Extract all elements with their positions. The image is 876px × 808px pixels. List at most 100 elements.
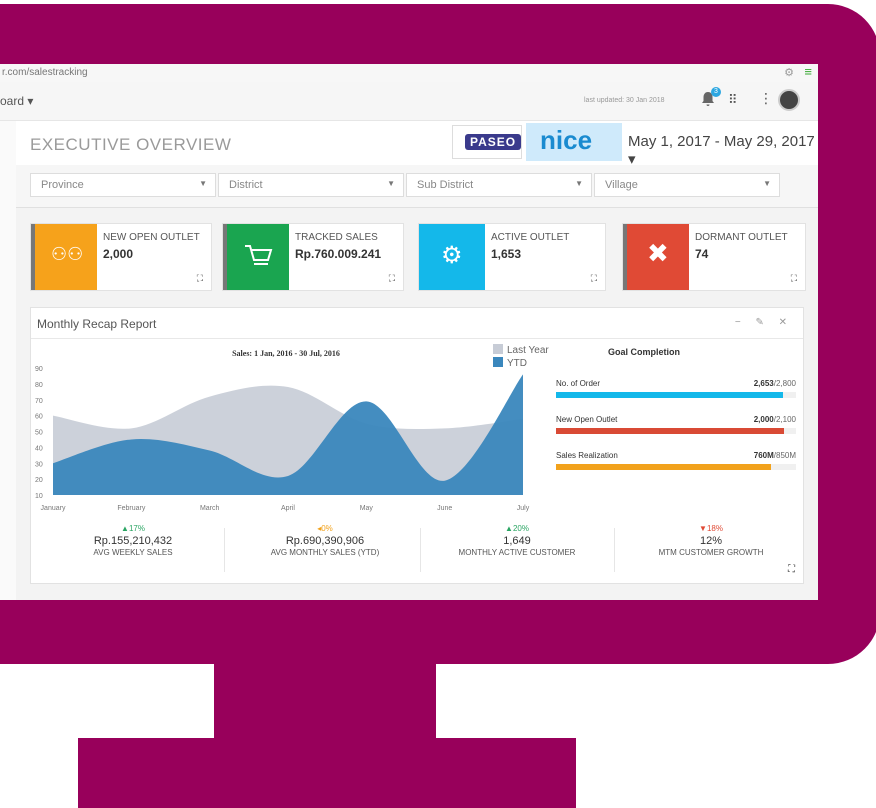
gear-icon: ⚙ bbox=[441, 242, 463, 269]
district-select-label: District bbox=[229, 179, 263, 191]
expand-icon[interactable]: ⛶ bbox=[788, 564, 795, 575]
x-tick-label: May bbox=[360, 505, 374, 512]
goal-value: 760M/850M bbox=[754, 451, 796, 460]
card-icon-box: ⚇⚇ bbox=[31, 224, 97, 290]
kpi-avg-monthly-sales: ◂0% Rp.690,390,906 AVG MONTHLY SALES (YT… bbox=[230, 524, 420, 557]
y-tick-label: 90 bbox=[35, 366, 43, 373]
x-tick-label: January bbox=[41, 505, 66, 512]
card-value: 74 bbox=[695, 247, 709, 261]
kpi-divider bbox=[224, 528, 225, 572]
paseo-logo: PASEO bbox=[452, 125, 522, 159]
y-tick-label: 10 bbox=[35, 493, 43, 500]
kpi-value: 1,649 bbox=[503, 535, 531, 547]
url-text[interactable]: r.com/salestracking bbox=[2, 67, 88, 78]
card-dormant-outlet[interactable]: ✖ DORMANT OUTLET 74 ⛶ bbox=[622, 223, 806, 291]
goal-track bbox=[556, 464, 796, 470]
panel-divider bbox=[31, 338, 803, 339]
y-tick-label: 60 bbox=[35, 414, 43, 421]
y-tick-label: 20 bbox=[35, 477, 43, 484]
expand-icon[interactable]: ⛶ bbox=[591, 273, 597, 284]
x-tick-label: July bbox=[517, 505, 530, 512]
kpi-delta: ◂0% bbox=[317, 524, 333, 533]
goal-progress-bar bbox=[556, 428, 785, 434]
village-select[interactable]: Village ▼ bbox=[594, 173, 780, 197]
dashboard-breadcrumb[interactable]: oard ▾ bbox=[0, 94, 33, 108]
card-value: 1,653 bbox=[491, 247, 522, 261]
card-label: ACTIVE OUTLET bbox=[491, 232, 570, 243]
avatar[interactable] bbox=[778, 89, 800, 111]
panel-title: Monthly Recap Report bbox=[37, 317, 157, 331]
app-top-bar: oard ▾ last updated: 30 Jan 2018 3 ⠿ ⋮ bbox=[0, 82, 818, 121]
goal-no-of-order: No. of Order 2,653/2,800 bbox=[556, 379, 796, 409]
filter-bar: Province ▼ District ▼ Sub District ▼ Villag… bbox=[16, 165, 818, 208]
cart-icon bbox=[245, 245, 273, 265]
x-tick-label: April bbox=[281, 505, 295, 512]
card-icon-box: ⚙ bbox=[419, 224, 485, 290]
card-label: DORMANT OUTLET bbox=[695, 232, 788, 243]
goal-progress-bar bbox=[556, 464, 771, 470]
cross-icon: ✖ bbox=[647, 238, 669, 268]
x-tick-label: February bbox=[117, 505, 146, 512]
chevron-down-icon: ▼ bbox=[575, 179, 583, 188]
card-icon-box: ✖ bbox=[623, 224, 689, 290]
chevron-down-icon: ▼ bbox=[199, 179, 207, 188]
sidebar-collapsed bbox=[0, 121, 17, 600]
goal-target: /2,100 bbox=[773, 415, 796, 424]
kpi-monthly-active-customer: ▲20% 1,649 MONTHLY ACTIVE CUSTOMER bbox=[422, 524, 612, 557]
card-new-open-outlet[interactable]: ⚇⚇ NEW OPEN OUTLET 2,000 ⛶ bbox=[30, 223, 212, 291]
x-tick-label: June bbox=[437, 505, 452, 512]
expand-icon[interactable]: ⛶ bbox=[791, 273, 797, 284]
extension-icon[interactable]: ⚙ bbox=[784, 66, 794, 79]
kpi-delta: ▲17% bbox=[121, 524, 145, 533]
kpi-label: MTM CUSTOMER GROWTH bbox=[658, 548, 764, 557]
goal-label: No. of Order bbox=[556, 379, 601, 388]
kpi-value: 12% bbox=[699, 535, 723, 547]
y-tick-label: 80 bbox=[35, 382, 43, 389]
kpi-mtm-customer-growth: ▼18% 12% MTM CUSTOMER GROWTH bbox=[616, 524, 806, 557]
more-vert-icon[interactable]: ⋮ bbox=[759, 90, 773, 107]
goal-value: 2,000/2,100 bbox=[754, 415, 796, 424]
expand-icon[interactable]: ⛶ bbox=[197, 273, 203, 284]
browser-address-bar[interactable]: r.com/salestracking ⚙ ≡ bbox=[0, 64, 818, 83]
goal-progress-bar bbox=[556, 392, 784, 398]
goal-current: 760M bbox=[753, 451, 774, 460]
goal-track bbox=[556, 428, 796, 434]
goal-new-open-outlet: New Open Outlet 2,000/2,100 bbox=[556, 415, 796, 445]
kpi-divider bbox=[420, 528, 421, 572]
kpi-label: AVG WEEKLY SALES bbox=[93, 548, 173, 557]
kpi-value: Rp.155,210,432 bbox=[93, 535, 173, 547]
nice-logo: nice bbox=[526, 123, 622, 161]
apps-grid-icon[interactable]: ⠿ bbox=[728, 92, 738, 108]
y-tick-label: 70 bbox=[35, 398, 43, 405]
panel-tools[interactable]: − ✎ ✕ bbox=[735, 317, 793, 328]
kpi-divider bbox=[614, 528, 615, 572]
chevron-down-icon: ▼ bbox=[387, 179, 395, 188]
goal-label: Sales Realization bbox=[556, 451, 618, 460]
page-header: EXECUTIVE OVERVIEW PASEO nice May 1, 201… bbox=[16, 121, 818, 168]
goal-target: /2,800 bbox=[773, 379, 796, 388]
browser-menu-icon[interactable]: ≡ bbox=[804, 64, 812, 79]
last-updated-text: last updated: 30 Jan 2018 bbox=[584, 97, 665, 104]
legend-swatch bbox=[493, 357, 503, 367]
district-select[interactable]: District ▼ bbox=[218, 173, 404, 197]
card-label: TRACKED SALES bbox=[295, 232, 378, 243]
card-icon-box bbox=[223, 224, 289, 290]
sales-area-chart: 10 20 30 40 50 60 70 80 90 January February March Ap… bbox=[35, 344, 549, 512]
card-value: Rp.760.009.241 bbox=[295, 247, 382, 261]
kpi-row: ▲17% Rp.155,210,432 AVG WEEKLY SALES ◂0%… bbox=[30, 516, 804, 584]
card-value: 2,000 bbox=[103, 247, 134, 261]
people-icon: ⚇⚇ bbox=[51, 244, 84, 264]
monitor-base bbox=[78, 738, 576, 808]
province-select-label: Province bbox=[41, 179, 84, 191]
card-active-outlet[interactable]: ⚙ ACTIVE OUTLET 1,653 ⛶ bbox=[418, 223, 606, 291]
kpi-label: AVG MONTHLY SALES (YTD) bbox=[270, 548, 380, 557]
sub-district-select[interactable]: Sub District ▼ bbox=[406, 173, 592, 197]
expand-icon[interactable]: ⛶ bbox=[389, 273, 395, 284]
card-tracked-sales[interactable]: TRACKED SALES Rp.760.009.241 ⛶ bbox=[222, 223, 404, 291]
chevron-down-icon: ▼ bbox=[763, 179, 771, 188]
province-select[interactable]: Province ▼ bbox=[30, 173, 216, 197]
goal-sales-realization: Sales Realization 760M/850M bbox=[556, 451, 796, 481]
goal-value: 2,653/2,800 bbox=[754, 379, 796, 388]
date-range-picker[interactable]: May 1, 2017 - May 29, 2017 ▾ bbox=[628, 133, 818, 168]
goal-current: 2,653 bbox=[753, 379, 774, 388]
